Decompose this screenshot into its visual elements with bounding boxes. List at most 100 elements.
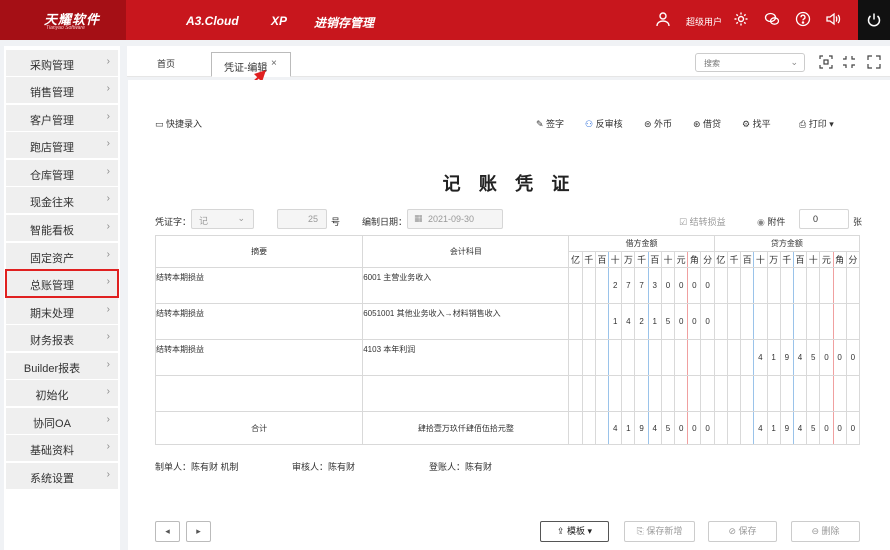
summary-cell[interactable] xyxy=(154,375,364,412)
credit-digit-cell[interactable] xyxy=(713,303,728,340)
debit-digit-cell[interactable]: 9 xyxy=(634,411,649,445)
debit-digit-cell[interactable] xyxy=(634,375,649,412)
print-button[interactable]: ⎙ 打印 ▾ xyxy=(799,117,834,130)
sidebar-item-cash[interactable]: 现金往来 › xyxy=(6,187,118,214)
account-cell[interactable] xyxy=(362,375,570,412)
fullscreen-icon[interactable] xyxy=(867,55,881,69)
delete-button[interactable]: ⊖ 删除 xyxy=(791,521,860,542)
credit-digit-cell[interactable] xyxy=(832,267,847,304)
credit-digit-cell[interactable] xyxy=(819,375,834,412)
debit-digit-cell[interactable]: 0 xyxy=(700,267,715,304)
credit-digit-cell[interactable] xyxy=(806,303,821,340)
credit-digit-cell[interactable]: 9 xyxy=(779,411,794,445)
template-button[interactable]: ⇪ 模板 ▾ xyxy=(540,521,609,542)
voucher-row[interactable]: 结转本期损益 4103 本年利润 4 1 9 4 5 0 0 0 xyxy=(154,339,861,376)
gear-icon[interactable] xyxy=(733,11,749,27)
debit-digit-cell[interactable] xyxy=(647,375,662,412)
debit-digit-cell[interactable] xyxy=(568,375,583,412)
nav-xp[interactable]: XP xyxy=(271,14,287,28)
credit-digit-cell[interactable] xyxy=(779,375,794,412)
credit-digit-cell[interactable]: 4 xyxy=(792,339,808,376)
debit-digit-cell[interactable]: 0 xyxy=(687,411,702,445)
debit-digit-cell[interactable]: 0 xyxy=(674,267,689,304)
credit-digit-cell[interactable] xyxy=(740,411,755,445)
debit-digit-cell[interactable]: 1 xyxy=(621,411,636,445)
sidebar-item-sales[interactable]: 销售管理 › xyxy=(6,77,118,104)
credit-digit-cell[interactable] xyxy=(753,375,768,412)
credit-digit-cell[interactable] xyxy=(792,303,808,340)
sidebar-item-purchase[interactable]: 采购管理 › xyxy=(6,50,118,77)
credit-digit-cell[interactable]: 9 xyxy=(779,339,794,376)
credit-digit-cell[interactable]: 4 xyxy=(753,339,768,376)
debit-digit-cell[interactable] xyxy=(687,339,702,376)
credit-digit-cell[interactable] xyxy=(726,339,742,376)
power-button[interactable] xyxy=(858,0,890,40)
credit-digit-cell[interactable]: 1 xyxy=(766,339,781,376)
credit-digit-cell[interactable] xyxy=(713,411,728,445)
quick-entry-button[interactable]: ▭ 快捷录入 xyxy=(155,117,202,130)
credit-digit-cell[interactable] xyxy=(779,303,794,340)
sidebar-item-base-data[interactable]: 基础资料 › xyxy=(6,435,118,462)
debit-digit-cell[interactable] xyxy=(594,375,610,412)
debit-digit-cell[interactable]: 2 xyxy=(634,303,649,340)
next-button[interactable]: ▸ xyxy=(186,521,211,542)
debit-digit-cell[interactable]: 3 xyxy=(647,267,662,304)
foreign-currency-button[interactable]: ⊜ 外币 xyxy=(644,117,672,130)
fullscreen-exit-icon[interactable] xyxy=(842,55,856,69)
sidebar-item-period-end[interactable]: 期末处理 › xyxy=(6,298,118,325)
credit-digit-cell[interactable] xyxy=(845,303,861,340)
credit-digit-cell[interactable] xyxy=(766,267,781,304)
credit-digit-cell[interactable] xyxy=(819,303,834,340)
nav-a3cloud[interactable]: A3.Cloud xyxy=(186,14,239,28)
chat-icon[interactable] xyxy=(764,11,780,27)
sidebar-item-customer[interactable]: 客户管理 › xyxy=(6,105,118,132)
debit-digit-cell[interactable] xyxy=(568,303,583,340)
debit-digit-cell[interactable] xyxy=(594,303,610,340)
user-icon[interactable] xyxy=(655,11,671,27)
debit-digit-cell[interactable] xyxy=(581,303,596,340)
debit-digit-cell[interactable] xyxy=(608,375,623,412)
debit-digit-cell[interactable] xyxy=(700,375,715,412)
summary-cell[interactable]: 结转本期损益 xyxy=(154,303,364,340)
debit-digit-cell[interactable]: 7 xyxy=(634,267,649,304)
speaker-icon[interactable] xyxy=(825,11,841,27)
credit-digit-cell[interactable] xyxy=(845,267,861,304)
debit-digit-cell[interactable] xyxy=(674,375,689,412)
chevron-down-icon[interactable]: ⌄ xyxy=(790,57,798,68)
sidebar-item-builder-reports[interactable]: Builder报表 › xyxy=(6,353,118,380)
save-new-button[interactable]: ⎘ 保存新增 xyxy=(624,521,695,542)
credit-digit-cell[interactable] xyxy=(845,375,861,412)
debit-digit-cell[interactable] xyxy=(581,375,596,412)
summary-cell[interactable]: 结转本期损益 xyxy=(154,267,364,304)
user-name[interactable]: 超级用户 xyxy=(686,15,722,28)
nav-inventory[interactable]: 进销存管理 xyxy=(314,14,374,31)
help-icon[interactable] xyxy=(795,11,811,27)
credit-digit-cell[interactable] xyxy=(792,375,808,412)
debit-digit-cell[interactable] xyxy=(621,375,636,412)
debit-digit-cell[interactable]: 0 xyxy=(660,267,676,304)
voucher-row[interactable] xyxy=(154,375,861,412)
debit-digit-cell[interactable] xyxy=(700,339,715,376)
summary-cell[interactable]: 合计 xyxy=(154,411,364,445)
account-cell[interactable]: 肆拾壹万玖仟肆佰伍拾元整 xyxy=(362,411,570,445)
credit-digit-cell[interactable] xyxy=(713,339,728,376)
credit-digit-cell[interactable]: 0 xyxy=(845,339,861,376)
voucher-row[interactable]: 结转本期损益 6001 主营业务收入 2 7 7 3 0 0 0 0 xyxy=(154,267,861,304)
debit-digit-cell[interactable] xyxy=(594,339,610,376)
credit-digit-cell[interactable] xyxy=(713,267,728,304)
debit-digit-cell[interactable] xyxy=(581,411,596,445)
logo[interactable]: 天耀软件 Tianyao Software xyxy=(0,0,126,40)
voucher-row[interactable]: 结转本期损益 6051001 其他业务收入→材料销售收入 1 4 2 1 5 0 0 0 xyxy=(154,303,861,340)
credit-digit-cell[interactable] xyxy=(806,267,821,304)
debit-digit-cell[interactable] xyxy=(608,339,623,376)
debit-digit-cell[interactable] xyxy=(568,411,583,445)
sidebar-item-fixed-assets[interactable]: 固定资产 › xyxy=(6,243,118,270)
search-input[interactable] xyxy=(704,56,789,70)
credit-digit-cell[interactable] xyxy=(766,375,781,412)
debit-digit-cell[interactable] xyxy=(647,339,662,376)
debit-digit-cell[interactable] xyxy=(581,267,596,304)
debit-digit-cell[interactable]: 4 xyxy=(608,411,623,445)
debit-digit-cell[interactable] xyxy=(581,339,596,376)
credit-digit-cell[interactable]: 0 xyxy=(819,411,834,445)
credit-digit-cell[interactable] xyxy=(832,303,847,340)
